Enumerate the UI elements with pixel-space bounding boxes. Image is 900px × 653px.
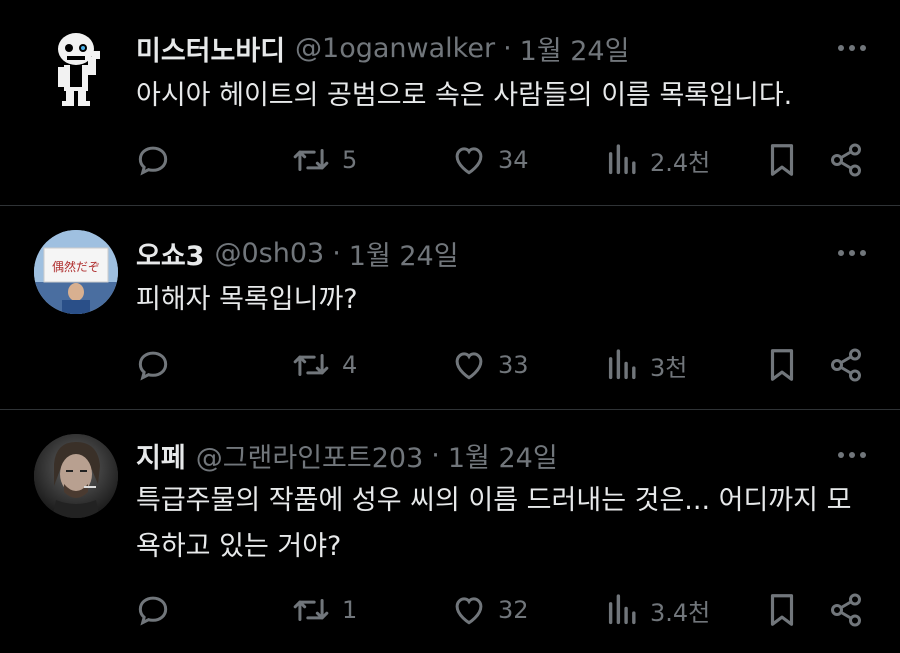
views-count: 3.4천 <box>650 598 711 627</box>
like-button[interactable]: 32 <box>450 590 529 630</box>
views-button[interactable]: 2.4천 <box>606 140 710 180</box>
avatar[interactable] <box>34 434 118 518</box>
like-count: 34 <box>498 146 529 174</box>
heart-icon <box>455 597 483 625</box>
heart-icon <box>455 147 483 175</box>
person-holding-sign-avatar-image: 偶然だぞ <box>34 230 118 314</box>
avatar[interactable] <box>34 27 118 111</box>
bookmark-icon <box>770 594 794 626</box>
tweet-text: 피해자 목록입니까? <box>136 284 358 315</box>
tweet-header: 오쇼3 @0sh03 · 1월 24일 <box>136 233 459 273</box>
like-button[interactable]: 33 <box>450 345 529 385</box>
bookmark-button[interactable] <box>766 140 798 180</box>
share-icon <box>831 143 861 177</box>
bookmark-icon <box>770 349 794 381</box>
retweet-button[interactable]: 4 <box>290 345 357 385</box>
separator-dot: · <box>431 439 440 471</box>
tweet-header: 지페 @그랜라인포트203 · 1월 24일 <box>136 435 558 475</box>
tweet-date[interactable]: 1월 24일 <box>349 234 459 273</box>
user-handle[interactable]: @1oganwalker <box>295 33 495 64</box>
tweet-actions: 5 34 2.4천 <box>0 140 900 180</box>
tweet-text: 아시아 헤이트의 공범으로 속은 사람들의 이름 목록입니다. <box>136 80 793 111</box>
user-handle[interactable]: @그랜라인포트203 <box>196 436 424 475</box>
sign-text: 偶然だぞ <box>52 259 100 274</box>
tweet-1[interactable]: 미스터노바디 @1oganwalker · 1월 24일 아시아 헤이트의 공범… <box>0 0 900 205</box>
share-button[interactable] <box>828 590 864 630</box>
bookmark-button[interactable] <box>766 345 798 385</box>
views-chart-icon <box>608 144 636 175</box>
heart-icon <box>455 352 483 380</box>
separator-dot: · <box>503 32 512 64</box>
more-options-icon[interactable] <box>834 30 870 66</box>
like-count: 32 <box>498 596 529 624</box>
retweet-button[interactable]: 1 <box>290 590 357 630</box>
reply-icon <box>138 351 168 381</box>
views-count: 3천 <box>650 353 688 382</box>
reply-button[interactable] <box>134 345 172 385</box>
tweet-3[interactable]: 지페 @그랜라인포트203 · 1월 24일 특급주물의 작품에 성우 씨의 이… <box>0 410 900 653</box>
retweet-button[interactable]: 5 <box>290 140 357 180</box>
avatar[interactable]: 偶然だぞ <box>34 230 118 314</box>
views-chart-icon <box>608 349 636 380</box>
tweet-actions: 4 33 3천 <box>0 345 900 385</box>
retweet-icon <box>293 148 329 172</box>
display-name[interactable]: 지페 <box>136 436 186 475</box>
tweet-date[interactable]: 1월 24일 <box>520 29 630 68</box>
share-button[interactable] <box>828 140 864 180</box>
views-chart-icon <box>608 594 636 625</box>
views-button[interactable]: 3.4천 <box>606 590 710 630</box>
like-count: 33 <box>498 351 529 379</box>
bookmark-icon <box>770 144 794 176</box>
tweet-text: 특급주물의 작품에 성우 씨의 이름 드러내는 것은... 어디까지 모욕하고 … <box>136 485 852 562</box>
user-handle[interactable]: @0sh03 <box>214 238 324 269</box>
views-count: 2.4천 <box>650 148 711 177</box>
display-name[interactable]: 미스터노바디 <box>136 29 285 68</box>
display-name[interactable]: 오쇼3 <box>136 234 204 273</box>
share-icon <box>831 348 861 382</box>
reply-button[interactable] <box>134 590 172 630</box>
retweet-count: 1 <box>342 596 358 624</box>
more-options-icon[interactable] <box>834 235 870 271</box>
tweet-2[interactable]: 偶然だぞ 오쇼3 @0sh03 · 1월 24일 피해자 목록입니까? 4 33… <box>0 206 900 409</box>
reply-icon <box>138 146 168 176</box>
share-icon <box>831 593 861 627</box>
reply-icon <box>138 596 168 626</box>
retweet-icon <box>293 353 329 377</box>
like-button[interactable]: 34 <box>450 140 529 180</box>
retweet-icon <box>293 598 329 622</box>
tweet-actions: 1 32 3.4천 <box>0 590 900 630</box>
bookmark-button[interactable] <box>766 590 798 630</box>
retweet-count: 4 <box>342 351 358 379</box>
share-button[interactable] <box>828 345 864 385</box>
views-button[interactable]: 3천 <box>606 345 687 385</box>
reply-button[interactable] <box>134 140 172 180</box>
tweet-date[interactable]: 1월 24일 <box>448 436 558 475</box>
skeleton-avatar-image <box>34 27 118 111</box>
man-portrait-avatar-image <box>34 434 118 518</box>
more-options-icon[interactable] <box>834 437 870 473</box>
tweet-header: 미스터노바디 @1oganwalker · 1월 24일 <box>136 28 629 68</box>
retweet-count: 5 <box>342 146 358 174</box>
separator-dot: · <box>332 237 341 269</box>
